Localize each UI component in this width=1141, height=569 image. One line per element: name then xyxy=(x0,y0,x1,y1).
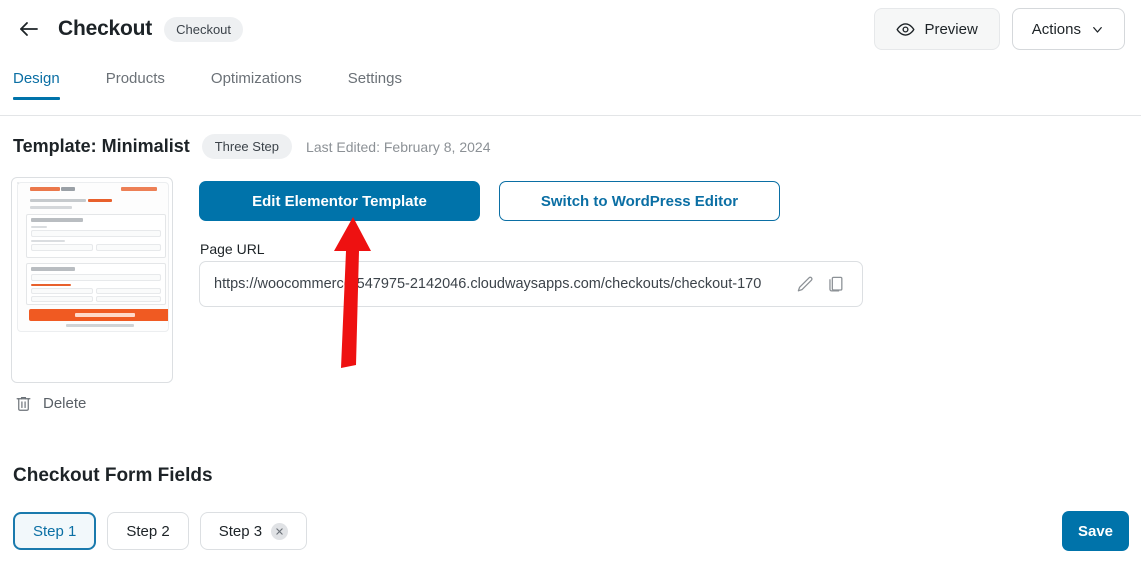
step-tab-2[interactable]: Step 2 xyxy=(107,512,189,550)
page-url-value: https://woocommerce-547975-2142046.cloud… xyxy=(214,276,762,292)
chevron-down-icon xyxy=(1090,22,1105,37)
tab-optimizations[interactable]: Optimizations xyxy=(211,70,302,100)
preview-button[interactable]: Preview xyxy=(874,8,1000,50)
pencil-icon[interactable] xyxy=(790,269,820,299)
page-url-label: Page URL xyxy=(200,241,265,257)
step-tab-1-label: Step 1 xyxy=(33,522,77,540)
step-tab-1[interactable]: Step 1 xyxy=(13,512,97,550)
actions-button-label: Actions xyxy=(1031,20,1081,38)
tab-products[interactable]: Products xyxy=(106,70,165,100)
step-tab-2-label: Step 2 xyxy=(126,522,170,540)
checkout-form-fields-title: Checkout Form Fields xyxy=(13,465,213,486)
template-thumbnail-image xyxy=(17,182,169,332)
actions-dropdown-button[interactable]: Actions xyxy=(1011,8,1125,50)
save-button[interactable]: Save xyxy=(1062,511,1129,551)
page-title: Checkout xyxy=(58,17,153,40)
template-title: Template: Minimalist xyxy=(13,136,190,156)
step-tab-3[interactable]: Step 3 xyxy=(199,512,308,550)
tab-design-label: Design xyxy=(13,70,60,87)
preview-button-label: Preview xyxy=(924,20,978,38)
tab-optimizations-label: Optimizations xyxy=(210,70,302,87)
delete-label: Delete xyxy=(43,395,87,412)
checkout-template-page: Checkout Checkout Preview Actions Design… xyxy=(0,0,1141,569)
page-url-field[interactable]: https://woocommerce-547975-2142046.cloud… xyxy=(199,261,863,307)
status-badge: Checkout xyxy=(164,16,244,42)
close-icon[interactable] xyxy=(271,522,289,540)
template-thumbnail[interactable] xyxy=(11,177,173,383)
tab-products-label: Products xyxy=(105,70,165,87)
template-meta-row: Template: Minimalist Three Step Last Edi… xyxy=(13,134,490,159)
page-header: Checkout Checkout Preview Actions xyxy=(0,0,1141,58)
delete-template-button[interactable]: Delete xyxy=(14,394,86,413)
arrow-left-icon[interactable] xyxy=(14,14,44,44)
tab-design[interactable]: Design xyxy=(13,70,60,100)
switch-to-wordpress-editor-button[interactable]: Switch to WordPress Editor xyxy=(499,181,780,221)
step-tab-3-label: Step 3 xyxy=(218,522,263,540)
edit-elementor-template-button[interactable]: Edit Elementor Template xyxy=(199,181,480,221)
copy-icon[interactable] xyxy=(820,269,850,299)
step-tabs: Step 1 Step 2 Step 3 xyxy=(13,512,308,550)
tab-settings-label: Settings xyxy=(347,70,402,87)
trash-icon xyxy=(14,394,33,413)
tab-settings[interactable]: Settings xyxy=(348,70,402,100)
eye-icon xyxy=(896,20,915,39)
last-edited-text: Last Edited: February 8, 2024 xyxy=(306,138,491,155)
template-type-badge: Three Step xyxy=(201,134,293,159)
main-tabs: Design Products Optimizations Settings xyxy=(0,70,1141,116)
